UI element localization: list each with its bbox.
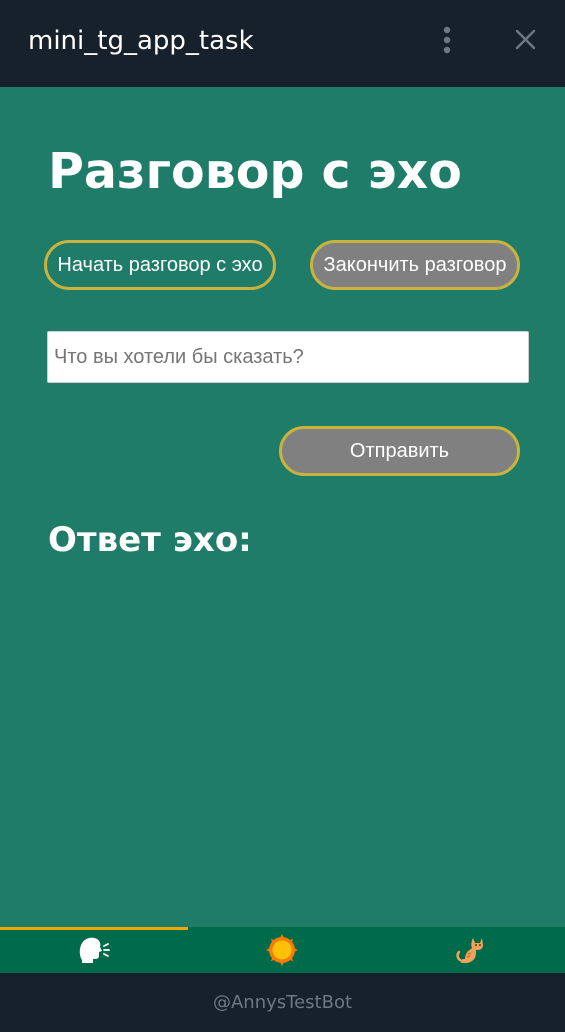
echo-reply-heading: Ответ эхо: [48, 520, 252, 560]
speaking-head-icon [79, 937, 111, 963]
bottom-navigation [0, 927, 565, 973]
message-input[interactable] [47, 331, 529, 383]
end-conversation-button[interactable]: Закончить разговор [310, 240, 520, 290]
cat-icon [456, 938, 483, 963]
send-button[interactable]: Отправить [279, 426, 520, 476]
more-menu-button[interactable] [432, 24, 462, 56]
tab-cat[interactable] [377, 927, 565, 973]
close-icon [515, 29, 536, 50]
bot-handle[interactable]: @AnnysTestBot [213, 992, 352, 1013]
sun-icon [266, 934, 299, 966]
bot-footer: @AnnysTestBot [0, 973, 565, 1032]
page-title: Разговор с эхо [48, 143, 462, 200]
title-bar: mini_tg_app_task [0, 0, 565, 87]
close-button[interactable] [510, 24, 542, 56]
tab-echo[interactable] [0, 927, 189, 973]
mini-app-window: mini_tg_app_task Разговор с эхо Начать р… [0, 0, 565, 1032]
tab-sun[interactable] [188, 927, 376, 973]
app-title: mini_tg_app_task [28, 26, 254, 56]
more-vertical-icon [443, 26, 451, 54]
start-conversation-button[interactable]: Начать разговор с эхо [44, 240, 276, 290]
